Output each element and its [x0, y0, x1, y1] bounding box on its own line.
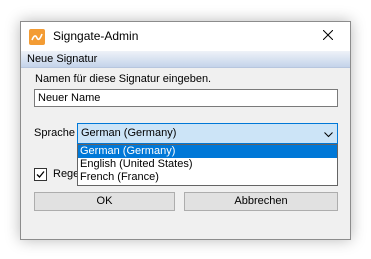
section-header-title: Neue Signatur	[27, 53, 98, 65]
checkbox-label: Rege	[53, 168, 80, 180]
dropdown-option-german[interactable]: German (Germany)	[78, 145, 337, 158]
dropdown-option-french[interactable]: French (France)	[78, 171, 337, 184]
language-select[interactable]: German (Germany)	[77, 123, 338, 144]
section-header: Neue Signatur	[21, 51, 350, 68]
signgate-app-icon	[29, 29, 45, 45]
cancel-button[interactable]: Abbrechen	[184, 192, 338, 211]
dialog-window: Signgate-Admin Neue Signatur Namen für d…	[20, 21, 351, 240]
remember-checkbox[interactable]	[34, 168, 47, 181]
chevron-down-icon	[324, 129, 333, 141]
language-dropdown-list: German (Germany) English (United States)…	[77, 144, 338, 186]
dropdown-option-english[interactable]: English (United States)	[78, 158, 337, 171]
close-button[interactable]	[306, 22, 350, 51]
title-bar[interactable]: Signgate-Admin	[21, 22, 350, 51]
ok-button[interactable]: OK	[34, 192, 175, 211]
instruction-label: Namen für diese Signatur eingeben.	[35, 73, 212, 85]
window-title: Signgate-Admin	[53, 29, 139, 43]
close-icon	[322, 29, 334, 43]
signature-name-input[interactable]: Neuer Name	[34, 89, 338, 107]
language-select-value: German (Germany)	[81, 127, 177, 139]
checkmark-icon	[36, 171, 45, 178]
language-label: Sprache	[34, 127, 75, 139]
